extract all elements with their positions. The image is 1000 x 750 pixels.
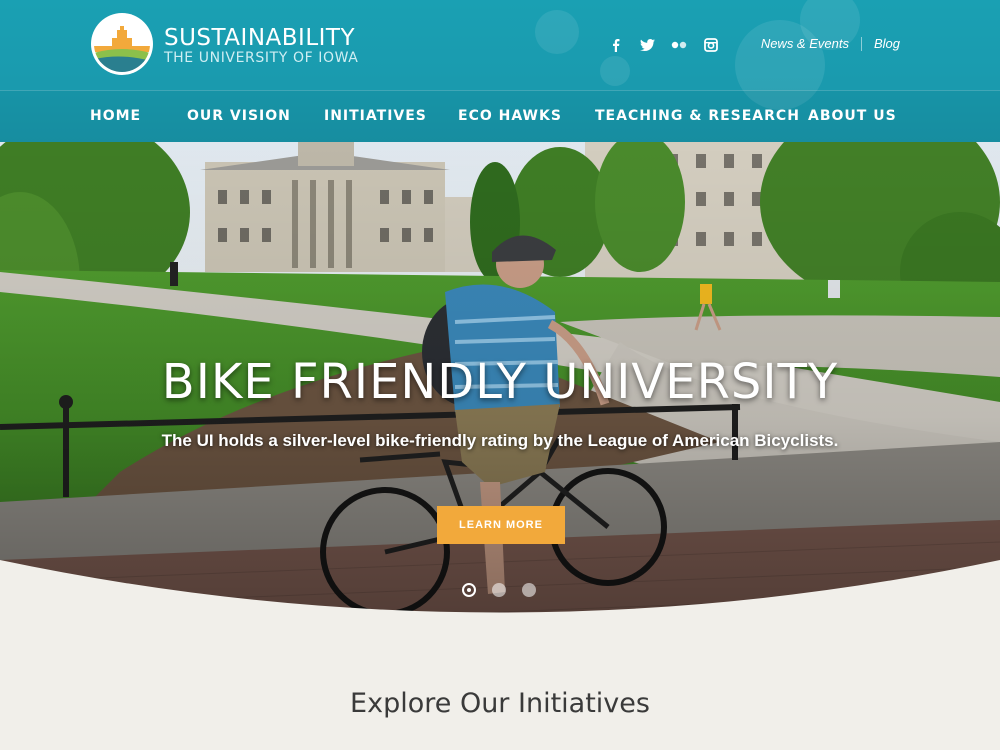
twitter-icon[interactable] [638, 36, 656, 54]
nav-item-home[interactable]: HOME [90, 108, 141, 124]
nav-item-our-vision[interactable]: OUR VISION [187, 108, 291, 124]
utility-links: News & Events Blog [761, 36, 900, 51]
logo-icon[interactable] [90, 12, 154, 76]
flickr-icon[interactable] [670, 36, 688, 54]
facebook-icon[interactable] [606, 36, 624, 54]
bokeh-decor [535, 10, 579, 54]
nav-item-teaching-research[interactable]: TEACHING & RESEARCH [595, 108, 800, 124]
bokeh-decor [600, 56, 630, 86]
brand-subtitle: THE UNIVERSITY OF IOWA [164, 50, 359, 66]
nav-item-about-us[interactable]: ABOUT US [808, 108, 897, 124]
divider [860, 36, 862, 51]
hero-curve [0, 560, 1000, 650]
nav-item-initiatives[interactable]: INITIATIVES [324, 108, 427, 124]
instagram-icon[interactable] [702, 36, 720, 54]
social-links [606, 36, 720, 54]
hero-title: BIKE FRIENDLY UNIVERSITY [161, 354, 839, 410]
brand-title: SUSTAINABILITY [164, 25, 356, 51]
brand-block[interactable]: SUSTAINABILITY THE UNIVERSITY OF IOWA [164, 26, 358, 66]
blog-link[interactable]: Blog [874, 36, 900, 51]
section-title: Explore Our Initiatives [350, 688, 650, 719]
hero-subtitle: The UI holds a silver-level bike-friendl… [161, 431, 839, 450]
nav-item-eco-hawks[interactable]: ECO HAWKS [458, 108, 562, 124]
learn-more-button[interactable]: LEARN MORE [437, 506, 565, 544]
site-header: SUSTAINABILITY THE UNIVERSITY OF IOWA Ne… [0, 0, 1000, 142]
main-nav: HOME OUR VISION INITIATIVES ECO HAWKS TE… [0, 90, 1000, 142]
news-events-link[interactable]: News & Events [761, 36, 849, 51]
